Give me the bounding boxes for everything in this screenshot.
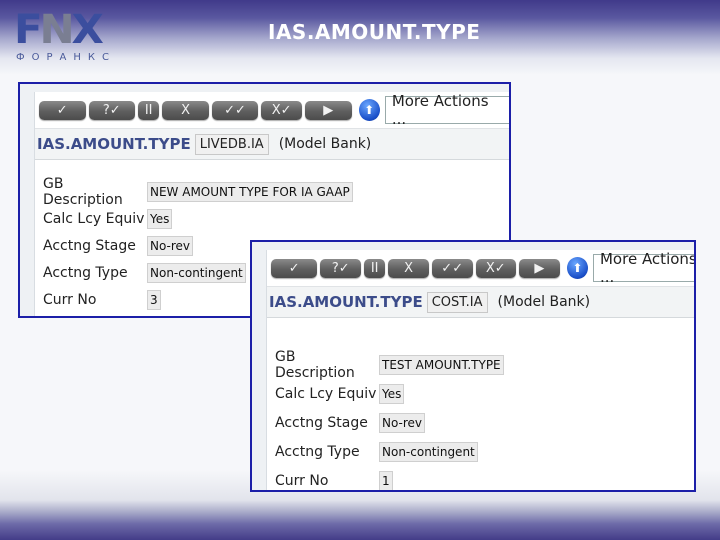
commit-button[interactable]: ✓ xyxy=(39,100,86,120)
field-label: GB Description xyxy=(43,175,123,208)
field-label: Acctng Stage xyxy=(43,237,136,254)
screenshot-window-cost: ✓ ?✓ II X ✓✓ X✓ ▶ ⬆ More Actions ... IAS… xyxy=(250,240,696,492)
record-id: COST.IA xyxy=(426,291,488,313)
field-value: NEW AMOUNT TYPE FOR IA GAAP xyxy=(147,181,353,202)
authorise-button[interactable]: ✓✓ xyxy=(431,258,473,278)
delete-button[interactable]: X xyxy=(162,100,209,120)
company-name: (Model Bank) xyxy=(497,294,591,310)
field-row-curr-no: Curr No 1 xyxy=(275,466,504,490)
field-value: 1 xyxy=(379,470,393,490)
field-row-gb-description: GB Description NEW AMOUNT TYPE FOR IA GAA… xyxy=(43,175,353,208)
commit-button[interactable]: ✓ xyxy=(271,258,318,278)
hold-button[interactable]: II xyxy=(364,258,386,278)
application-name: IAS.AMOUNT.TYPE xyxy=(37,135,191,153)
validate-button[interactable]: ?✓ xyxy=(320,258,362,278)
logo-subtitle: ФОРАНКС xyxy=(16,52,116,63)
fnx-logo: FNX ФОРАНКС xyxy=(14,8,134,64)
company-name: (Model Bank) xyxy=(278,136,372,152)
more-actions-select[interactable]: More Actions ... xyxy=(384,92,509,128)
next-button[interactable]: ▶ xyxy=(519,258,560,278)
field-label: Curr No xyxy=(43,291,97,308)
field-label: Calc Lcy Equiv xyxy=(43,210,145,227)
field-value: 3 xyxy=(147,289,161,310)
up-arrow-icon[interactable]: ⬆ xyxy=(566,257,588,279)
field-value: Non-contingent xyxy=(379,441,478,462)
hold-button[interactable]: II xyxy=(138,100,160,120)
next-button[interactable]: ▶ xyxy=(305,100,352,120)
slide-title: IAS.AMOUNT.TYPE xyxy=(268,20,481,44)
field-label: Acctng Type xyxy=(275,443,360,460)
more-actions-select[interactable]: More Actions ... xyxy=(592,250,694,286)
record-id: LIVEDB.IA xyxy=(194,133,269,155)
logo-letters: FNX xyxy=(14,7,104,53)
record-header: IAS.AMOUNT.TYPE LIVEDB.IA (Model Bank) xyxy=(35,128,509,160)
application-name: IAS.AMOUNT.TYPE xyxy=(269,293,423,311)
field-label: Curr No xyxy=(275,472,329,489)
field-value: Non-contingent xyxy=(147,262,246,283)
field-value: No-rev xyxy=(147,235,194,256)
up-arrow-icon[interactable]: ⬆ xyxy=(358,99,380,121)
field-value: No-rev xyxy=(379,412,426,433)
field-row-calc-lcy-equiv: Calc Lcy Equiv Yes xyxy=(275,379,504,408)
field-row-acctng-type: Acctng Type Non-contingent xyxy=(275,437,504,466)
field-row-calc-lcy-equiv: Calc Lcy Equiv Yes xyxy=(43,205,353,232)
field-label: Acctng Type xyxy=(43,264,128,281)
validate-button[interactable]: ?✓ xyxy=(88,100,135,120)
record-fields: GB Description TEST AMOUNT.TYPE Calc Lcy … xyxy=(275,348,504,490)
window-content: ✓ ?✓ II X ✓✓ X✓ ▶ ⬆ More Actions ... IAS… xyxy=(266,250,694,490)
field-row-gb-description: GB Description TEST AMOUNT.TYPE xyxy=(275,348,504,381)
reverse-button[interactable]: X✓ xyxy=(261,100,302,120)
field-value: Yes xyxy=(147,208,173,229)
field-label: GB Description xyxy=(275,348,355,381)
field-value: Yes xyxy=(379,383,405,404)
authorise-button[interactable]: ✓✓ xyxy=(211,100,259,120)
field-value: TEST AMOUNT.TYPE xyxy=(379,354,504,375)
field-row-acctng-stage: Acctng Stage No-rev xyxy=(275,408,504,437)
record-header: IAS.AMOUNT.TYPE COST.IA (Model Bank) xyxy=(267,286,694,318)
toolbar: ✓ ?✓ II X ✓✓ X✓ ▶ ⬆ More Actions ... xyxy=(271,250,694,286)
delete-button[interactable]: X xyxy=(388,258,429,278)
field-label: Acctng Stage xyxy=(275,414,368,431)
toolbar: ✓ ?✓ II X ✓✓ X✓ ▶ ⬆ More Actions ... xyxy=(39,92,509,128)
reverse-button[interactable]: X✓ xyxy=(475,258,517,278)
field-label: Calc Lcy Equiv xyxy=(275,385,377,402)
